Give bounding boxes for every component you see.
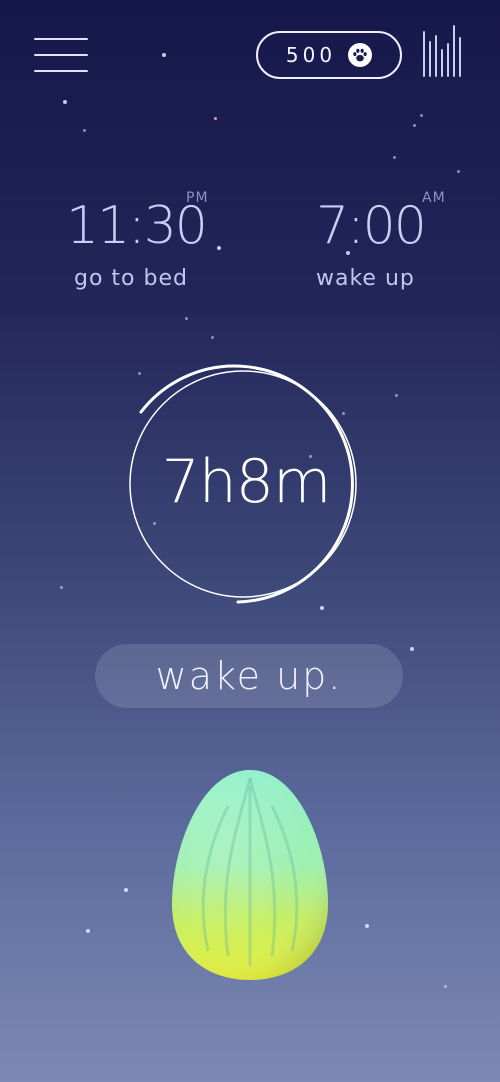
wake-time-display[interactable]: 7:00 AM wake up xyxy=(316,190,445,291)
bedtime-label: go to bed xyxy=(74,266,188,291)
star-decoration xyxy=(420,114,423,117)
sleep-duration-dial[interactable]: 7h8m xyxy=(126,362,366,606)
star-decoration xyxy=(217,246,221,250)
star-decoration xyxy=(162,53,166,57)
star-decoration xyxy=(83,129,86,132)
star-decoration xyxy=(86,929,90,933)
star-decoration xyxy=(457,170,460,173)
sleep-screen: 500 11:30 PM go to bed 7:00 AM wake up 7… xyxy=(0,0,500,1082)
star-decoration xyxy=(393,156,396,159)
bar-stats-icon xyxy=(423,25,461,77)
star-decoration xyxy=(444,985,447,988)
star-decoration xyxy=(60,586,63,589)
paw-icon xyxy=(348,43,373,67)
star-decoration xyxy=(211,336,214,339)
stats-button[interactable] xyxy=(420,24,464,78)
wake-time-label: wake up xyxy=(316,266,415,291)
star-decoration xyxy=(395,394,398,397)
star-decoration xyxy=(185,317,188,320)
bedtime-period: PM xyxy=(186,190,209,206)
star-decoration xyxy=(63,100,67,104)
wake-up-button-label: wake up. xyxy=(155,654,343,698)
star-decoration xyxy=(214,117,217,120)
bedtime-value: 11:30 xyxy=(66,196,208,256)
star-decoration xyxy=(320,606,324,610)
star-decoration xyxy=(410,647,414,651)
bedtime-display[interactable]: 11:30 PM go to bed xyxy=(66,190,208,291)
egg-icon xyxy=(172,770,328,980)
menu-button[interactable] xyxy=(34,36,88,74)
star-decoration xyxy=(413,124,416,127)
star-decoration xyxy=(365,924,369,928)
pet-egg[interactable] xyxy=(168,766,332,984)
wake-up-button[interactable]: wake up. xyxy=(95,644,403,708)
wake-time-period: AM xyxy=(422,190,446,206)
points-value: 500 xyxy=(285,43,337,67)
wake-time-value: 7:00 xyxy=(316,196,427,256)
points-badge[interactable]: 500 xyxy=(256,31,402,79)
sleep-duration-value: 7h8m xyxy=(161,447,332,517)
star-decoration xyxy=(124,888,128,892)
